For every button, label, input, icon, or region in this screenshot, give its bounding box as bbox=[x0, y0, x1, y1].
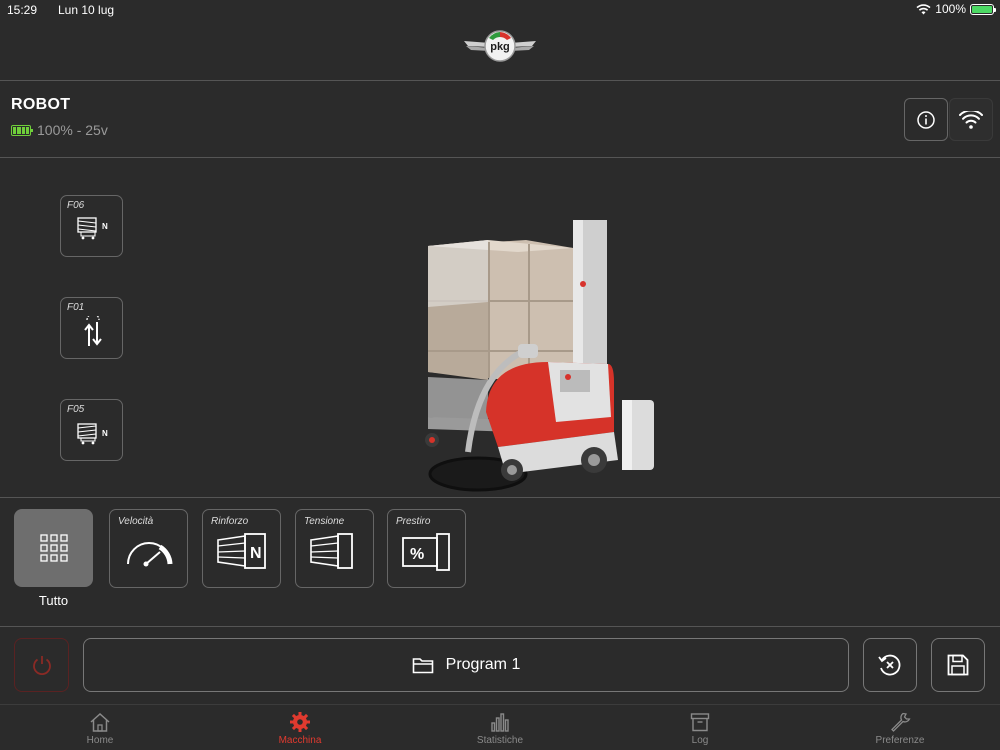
function-button-f06[interactable]: F06 N bbox=[60, 195, 123, 257]
divider bbox=[0, 497, 1000, 498]
svg-text:%: % bbox=[410, 546, 424, 563]
archive-icon bbox=[690, 713, 710, 732]
function-code: F01 bbox=[67, 302, 85, 313]
wrap-reinforce-icon: N bbox=[77, 217, 108, 240]
status-battery-text: 100% bbox=[935, 2, 966, 16]
up-down-arrows-icon bbox=[84, 316, 102, 346]
param-tensione-button[interactable]: Tensione bbox=[295, 509, 374, 588]
reset-program-button[interactable] bbox=[863, 638, 917, 692]
tab-statistiche[interactable]: Statistiche bbox=[450, 711, 550, 746]
svg-text:N: N bbox=[102, 222, 108, 231]
robot-title: ROBOT bbox=[11, 96, 71, 113]
param-label: Rinforzo bbox=[211, 516, 249, 527]
tab-preferenze[interactable]: Preferenze bbox=[850, 711, 950, 746]
tab-label: Log bbox=[691, 735, 709, 746]
svg-text:N: N bbox=[102, 429, 108, 438]
param-prestiro-button[interactable]: Prestiro % bbox=[387, 509, 466, 588]
wrench-icon bbox=[891, 712, 911, 732]
program-selector-button[interactable]: Program 1 bbox=[83, 638, 849, 692]
robot-machine-image bbox=[408, 212, 658, 497]
battery-icon bbox=[11, 124, 33, 136]
wifi-icon bbox=[959, 110, 983, 129]
tab-home[interactable]: Home bbox=[50, 711, 150, 746]
tab-bar: Home Macchina Statistiche Log Preferenze bbox=[0, 704, 1000, 750]
info-button[interactable] bbox=[904, 98, 948, 141]
pkg-logo: pkg bbox=[462, 28, 538, 64]
status-time: 15:29 bbox=[7, 3, 38, 17]
tab-label: Home bbox=[86, 735, 114, 746]
grid-icon bbox=[39, 534, 68, 562]
home-icon bbox=[90, 712, 110, 732]
speedometer-icon bbox=[127, 542, 173, 567]
wrap-tension-icon: N bbox=[77, 423, 108, 445]
tab-log[interactable]: Log bbox=[650, 711, 750, 746]
divider bbox=[0, 80, 1000, 81]
bar-chart-icon bbox=[491, 713, 509, 732]
param-velocita-button[interactable]: Velocità bbox=[109, 509, 188, 588]
param-label: Velocità bbox=[118, 516, 154, 527]
save-icon bbox=[947, 654, 969, 676]
all-params-label: Tutto bbox=[38, 593, 69, 608]
prestretch-icon: % bbox=[402, 533, 450, 571]
status-bar: 15:29 Lun 10 lug 100% bbox=[0, 0, 1000, 20]
svg-text:N: N bbox=[250, 545, 262, 562]
tab-label: Macchina bbox=[278, 735, 322, 746]
battery-status-icon bbox=[970, 3, 996, 15]
gear-icon bbox=[290, 712, 310, 732]
tab-macchina[interactable]: Macchina bbox=[250, 711, 350, 746]
divider bbox=[0, 157, 1000, 158]
divider bbox=[0, 626, 1000, 627]
robot-battery: 100% - 25v bbox=[11, 122, 108, 138]
power-button[interactable] bbox=[14, 638, 69, 692]
save-button[interactable] bbox=[931, 638, 985, 692]
param-label: Tensione bbox=[304, 516, 345, 527]
tab-label: Statistiche bbox=[476, 735, 524, 746]
param-rinforzo-button[interactable]: Rinforzo N bbox=[202, 509, 281, 588]
status-right: 100% bbox=[916, 2, 996, 16]
param-label: Prestiro bbox=[396, 516, 431, 527]
function-button-f05[interactable]: F05 N bbox=[60, 399, 123, 461]
function-code: F05 bbox=[67, 404, 85, 415]
robot-battery-text: 100% - 25v bbox=[37, 122, 108, 138]
wifi-status-icon bbox=[916, 3, 931, 14]
function-button-f01[interactable]: F01 bbox=[60, 297, 123, 359]
info-icon bbox=[917, 110, 935, 129]
folder-icon bbox=[412, 658, 433, 674]
tab-label: Preferenze bbox=[875, 735, 925, 746]
power-icon bbox=[32, 656, 51, 676]
function-code: F06 bbox=[67, 200, 85, 211]
status-date: Lun 10 lug bbox=[58, 3, 115, 17]
svg-text:pkg: pkg bbox=[490, 41, 510, 53]
program-label: Program 1 bbox=[445, 656, 521, 673]
wifi-button[interactable] bbox=[949, 98, 993, 141]
reinforce-icon: N bbox=[217, 533, 266, 569]
tension-icon bbox=[310, 533, 353, 569]
all-params-button[interactable] bbox=[14, 509, 93, 587]
reset-history-icon bbox=[878, 654, 901, 676]
